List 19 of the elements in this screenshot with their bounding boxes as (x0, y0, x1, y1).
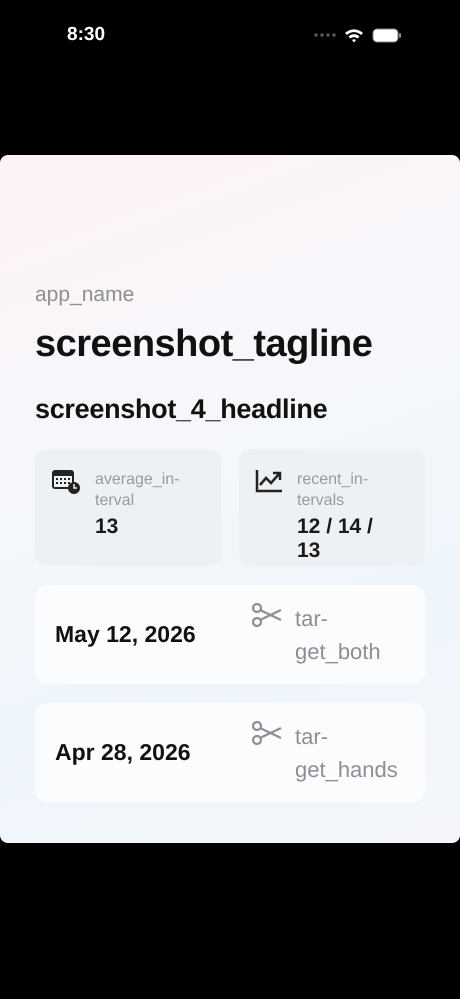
scissors-icon (251, 602, 283, 628)
signal-icon (314, 33, 336, 37)
entry-date: May 12, 2026 (55, 621, 196, 648)
scissors-icon (251, 720, 283, 746)
stat-value: 12 / 14 / 13 (297, 515, 374, 563)
stat-label: recent_in-tervals (297, 470, 370, 511)
app-name: app_name (35, 283, 136, 307)
stat-value: 13 (95, 515, 120, 539)
tagline: screenshot_tagline (35, 323, 374, 366)
stat-label: average_in-terval (95, 470, 180, 511)
entry-date: Apr 28, 2026 (55, 739, 191, 766)
entry-target: tar-get_hands (295, 722, 399, 784)
status-time: 8:30 (67, 24, 106, 46)
trend-chart-icon (255, 469, 283, 493)
entry-target: tar-get_both (295, 604, 382, 666)
calendar-clock-icon (51, 469, 81, 495)
headline: screenshot_4_headline (35, 394, 328, 425)
battery-icon (372, 28, 402, 42)
wifi-icon (344, 28, 364, 42)
